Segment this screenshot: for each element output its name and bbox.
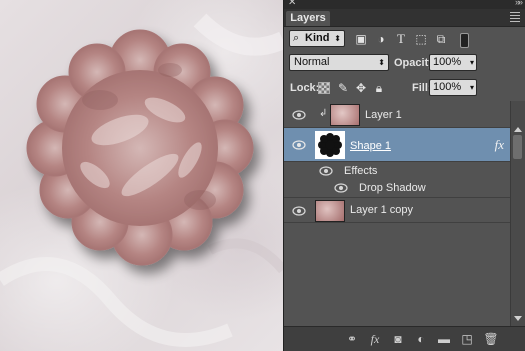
search-icon: ⌕ (293, 32, 300, 44)
visibility-eye-icon[interactable] (292, 140, 306, 150)
shape-filter-icon[interactable]: ⬚ (414, 32, 428, 46)
effects-label: Effects (344, 165, 378, 177)
fx-icon[interactable]: fx (367, 332, 383, 347)
layer-thumbnail (315, 200, 345, 222)
layer-name: Shape 1 (350, 140, 391, 152)
blend-mode-value: Normal (294, 56, 330, 68)
adjustment-icon[interactable]: ◐ (413, 332, 429, 346)
smart-object-filter-icon[interactable]: ⧉ (434, 32, 448, 46)
document-canvas[interactable] (0, 0, 283, 351)
lock-label: Lock: (290, 82, 320, 94)
layers-scrollbar[interactable] (510, 101, 525, 327)
blend-mode-select[interactable]: Normal ⬍ (289, 54, 389, 71)
type-filter-icon[interactable]: T (394, 32, 408, 46)
filter-kind-label: Kind (305, 32, 330, 44)
chevron-down-icon[interactable]: ▾ (470, 80, 474, 95)
scroll-up-icon[interactable] (514, 127, 522, 132)
lock-row: Lock: ✎ ✥ 🔒︎ Fill: 100% ▾ (284, 79, 525, 99)
clipping-arrow-icon: ↲ (319, 108, 328, 119)
lock-image-brush-icon[interactable]: ✎ (336, 81, 350, 95)
opacity-field[interactable]: 100% ▾ (429, 54, 477, 71)
panel-tab-row: Layers (284, 9, 525, 27)
layer-row-layer-1-copy[interactable]: Layer 1 copy (284, 198, 510, 223)
panel-menu-icon[interactable] (510, 12, 520, 24)
blend-row: Normal ⬍ Opacity: 100% ▾ (284, 54, 525, 74)
chevron-down-icon[interactable]: ▾ (470, 55, 474, 70)
layer-thumbnail (330, 104, 360, 126)
group-folder-icon[interactable]: ▬ (436, 332, 452, 346)
panel-title-strip: ✕ »» (284, 0, 525, 9)
trash-icon[interactable]: 🗑︎ (483, 332, 499, 346)
visibility-eye-icon[interactable] (292, 110, 306, 120)
flower-shape-icon (318, 133, 342, 157)
shape-vector-thumbnail (315, 131, 345, 159)
chevron-updown-icon: ⬍ (378, 58, 385, 67)
lock-all-icon[interactable]: 🔒︎ (372, 81, 386, 95)
effect-drop-shadow-row[interactable]: Drop Shadow (284, 179, 510, 198)
flower-shape-artwork (0, 13, 283, 347)
filter-kind-select[interactable]: ⌕ Kind ⬍ (289, 30, 345, 47)
fill-value: 100% (433, 81, 462, 93)
lock-transparent-icon[interactable] (318, 82, 330, 94)
layers-list: ↲ Layer 1 Shape 1 fx Effects Drop Shadow (284, 101, 510, 327)
pixel-layer-filter-icon[interactable]: ▣ (354, 32, 368, 46)
filter-row: ⌕ Kind ⬍ ▣ ◑ T ⬚ ⧉ (284, 30, 525, 50)
layer-name: Layer 1 (365, 109, 402, 121)
visibility-eye-icon[interactable] (292, 206, 306, 216)
layer-name: Layer 1 copy (350, 204, 413, 216)
layer-row-shape-1[interactable]: Shape 1 fx (284, 128, 510, 162)
adjustment-filter-icon[interactable]: ◑ (374, 32, 388, 46)
layer-effects-row[interactable]: Effects (284, 162, 510, 179)
mask-icon[interactable]: ◙ (390, 332, 406, 346)
fx-badge-icon[interactable]: fx (495, 137, 504, 153)
drop-shadow-label: Drop Shadow (359, 182, 426, 194)
layers-bottom-toolbar: ⚭ fx ◙ ◐ ▬ ◳ 🗑︎ (284, 326, 525, 351)
close-icon[interactable]: ✕ (288, 0, 296, 8)
lock-position-move-icon[interactable]: ✥ (354, 81, 368, 95)
visibility-eye-icon[interactable] (319, 166, 333, 176)
scroll-down-icon[interactable] (514, 316, 522, 321)
opacity-value: 100% (433, 56, 462, 68)
collapse-icon[interactable]: »» (515, 0, 523, 7)
tab-layers[interactable]: Layers (286, 11, 330, 26)
link-icon[interactable]: ⚭ (344, 332, 360, 346)
layer-row-layer-1[interactable]: ↲ Layer 1 (284, 101, 510, 128)
chevron-updown-icon: ⬍ (334, 34, 341, 43)
visibility-eye-icon[interactable] (334, 183, 348, 193)
fill-field[interactable]: 100% ▾ (429, 79, 477, 96)
layers-panel: ✕ »» Layers ⌕ Kind ⬍ ▣ ◑ T ⬚ ⧉ Normal ⬍ … (283, 0, 525, 351)
new-layer-icon[interactable]: ◳ (459, 332, 475, 346)
scroll-thumb[interactable] (513, 135, 522, 159)
filter-toggle-switch[interactable] (460, 33, 469, 48)
